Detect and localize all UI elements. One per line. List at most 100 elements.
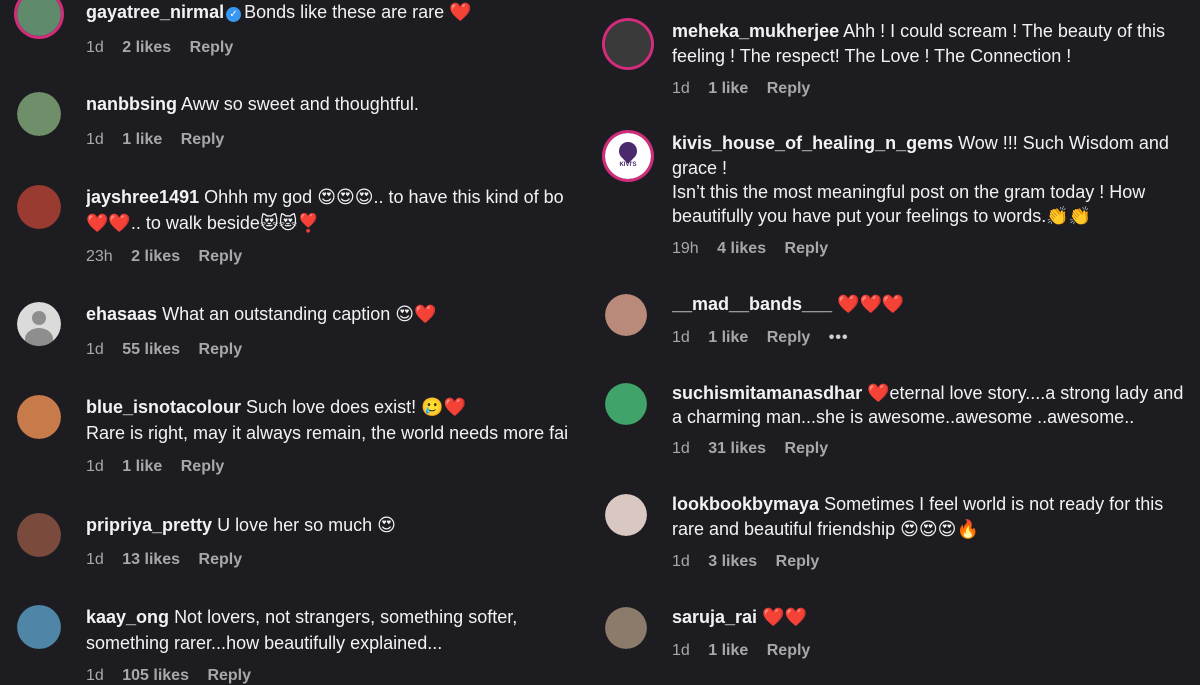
avatar-image <box>605 494 647 536</box>
user-avatar[interactable] <box>17 0 61 36</box>
comment-likes[interactable]: 1 like <box>122 131 162 148</box>
reply-button[interactable]: Reply <box>767 329 811 346</box>
brand-logo-icon: KIVI'S <box>605 133 651 179</box>
avatar-image <box>605 294 647 336</box>
comment-likes[interactable]: 3 likes <box>708 553 757 570</box>
comment-likes[interactable]: 2 likes <box>122 39 171 56</box>
comment-time: 1d <box>672 440 690 457</box>
comment-body-line-2: something rarer...how beautifully explai… <box>86 633 443 653</box>
comment-likes[interactable]: 1 like <box>708 642 748 659</box>
reply-button[interactable]: Reply <box>785 240 829 257</box>
comment-likes[interactable]: 2 likes <box>131 248 180 265</box>
reply-button[interactable]: Reply <box>181 458 225 475</box>
comment-text: saruja_rai ❤️❤️ <box>672 605 807 630</box>
user-avatar[interactable] <box>605 383 647 425</box>
reply-button[interactable]: Reply <box>199 248 243 265</box>
avatar-image <box>17 92 61 136</box>
comment-username[interactable]: __mad__bands___ <box>672 294 832 314</box>
comment-username[interactable]: kivis_house_of_healing_n_gems <box>672 133 953 153</box>
more-options-icon[interactable]: ••• <box>829 329 849 346</box>
user-avatar[interactable] <box>17 185 61 229</box>
comment-meta: 19h 4 likes Reply <box>672 240 842 258</box>
comment-body-line-2: feeling ! The respect! The Love ! The Co… <box>672 46 1072 66</box>
comment-username[interactable]: kaay_ong <box>86 607 169 627</box>
comment-username[interactable]: saruja_rai <box>672 607 757 627</box>
reply-button[interactable]: Reply <box>190 39 234 56</box>
comment-text: jayshree1491 Ohhh my god 😍😍😍.. to have t… <box>86 185 600 210</box>
avatar-image <box>17 395 61 439</box>
user-avatar[interactable] <box>605 21 651 67</box>
user-avatar[interactable] <box>605 494 647 536</box>
comment-likes[interactable]: 105 likes <box>122 667 189 684</box>
reply-button[interactable]: Reply <box>785 440 829 457</box>
comment-time: 23h <box>86 248 113 265</box>
avatar-image <box>17 185 61 229</box>
avatar-image <box>17 0 61 36</box>
comment-text: pripriya_pretty U love her so much 😍 <box>86 513 396 538</box>
comment-body: Ohhh my god 😍😍😍.. to have this kind of b… <box>204 187 564 207</box>
reply-button[interactable]: Reply <box>181 131 225 148</box>
comment-text: gayatree_nirmal ✓ Bonds like these are rar… <box>86 0 472 25</box>
comment-time: 1d <box>86 667 104 684</box>
comment-meta: 1d 1 like Reply <box>86 458 238 476</box>
comment-body: Aww so sweet and thoughtful. <box>181 94 419 114</box>
user-avatar[interactable] <box>17 92 61 136</box>
comment-body: Such love does exist! 🥲❤️ <box>246 397 466 417</box>
comment-body-line-2: Rare is right, may it always remain, the… <box>86 423 569 443</box>
comment-body-line-2: a charming man...she is awesome..awesome… <box>672 407 1135 427</box>
comment-meta: 1d 31 likes Reply <box>672 440 842 458</box>
default-avatar-icon <box>17 302 61 346</box>
comment-username[interactable]: ehasaas <box>86 304 157 324</box>
comment-text: meheka_mukherjee Ahh ! I could scream ! … <box>672 19 1165 44</box>
user-avatar[interactable] <box>605 294 647 336</box>
user-avatar[interactable] <box>17 395 61 439</box>
comment-time: 1d <box>86 131 104 148</box>
comment-body-line-3: Isn’t this the most meaningful post on t… <box>672 182 1146 202</box>
comment-username[interactable]: blue_isnotacolour <box>86 397 241 417</box>
comment-meta: 1d 13 likes Reply <box>86 551 256 569</box>
reply-button[interactable]: Reply <box>199 551 243 568</box>
reply-button[interactable]: Reply <box>199 341 243 358</box>
comment-username[interactable]: lookbookbymaya <box>672 494 819 514</box>
comment-time: 1d <box>86 551 104 568</box>
comment-likes[interactable]: 1 like <box>708 329 748 346</box>
avatar-image <box>605 383 647 425</box>
avatar-image <box>17 513 61 557</box>
comment-text: nanbbsing Aww so sweet and thoughtful. <box>86 92 419 117</box>
reply-button[interactable]: Reply <box>776 553 820 570</box>
avatar-image <box>605 21 651 67</box>
comment-text: lookbookbymaya Sometimes I feel world is… <box>672 492 1163 517</box>
comment-username[interactable]: suchismitamanasdhar <box>672 383 862 403</box>
comment-likes[interactable]: 55 likes <box>122 341 180 358</box>
reply-button[interactable]: Reply <box>207 667 251 684</box>
comment-body: ❤️eternal love story....a strong lady an… <box>867 383 1184 403</box>
comment-body: Wow !!! Such Wisdom and <box>958 133 1169 153</box>
comment-likes[interactable]: 13 likes <box>122 551 180 568</box>
reply-button[interactable]: Reply <box>767 80 811 97</box>
comment-meta: 1d 105 likes Reply <box>86 667 265 685</box>
avatar-label: KIVI'S <box>619 162 637 168</box>
user-avatar[interactable] <box>17 302 61 346</box>
comment-likes[interactable]: 1 like <box>122 458 162 475</box>
comment-username[interactable]: pripriya_pretty <box>86 515 212 535</box>
avatar-image <box>17 605 61 649</box>
comment-time: 19h <box>672 240 699 257</box>
comment-likes[interactable]: 31 likes <box>708 440 766 457</box>
comment-likes[interactable]: 4 likes <box>717 240 766 257</box>
comment-username[interactable]: gayatree_nirmal <box>86 2 224 22</box>
user-avatar[interactable]: KIVI'S <box>605 133 651 179</box>
user-avatar[interactable] <box>17 605 61 649</box>
comment-username[interactable]: nanbbsing <box>86 94 177 114</box>
user-avatar[interactable] <box>605 607 647 649</box>
user-avatar[interactable] <box>17 513 61 557</box>
comment-meta: 1d 1 like Reply <box>672 80 824 98</box>
comment-username[interactable]: jayshree1491 <box>86 187 199 207</box>
comment-text: blue_isnotacolour Such love does exist! … <box>86 395 466 420</box>
comment-body: Ahh ! I could scream ! The beauty of thi… <box>843 21 1165 41</box>
comment-body: Not lovers, not strangers, something sof… <box>174 607 518 627</box>
comment-body-line-2: grace ! <box>672 158 728 178</box>
comment-body-line-4: beautifully you have put your feelings t… <box>672 206 1092 226</box>
comment-likes[interactable]: 1 like <box>708 80 748 97</box>
reply-button[interactable]: Reply <box>767 642 811 659</box>
comment-username[interactable]: meheka_mukherjee <box>672 21 839 41</box>
